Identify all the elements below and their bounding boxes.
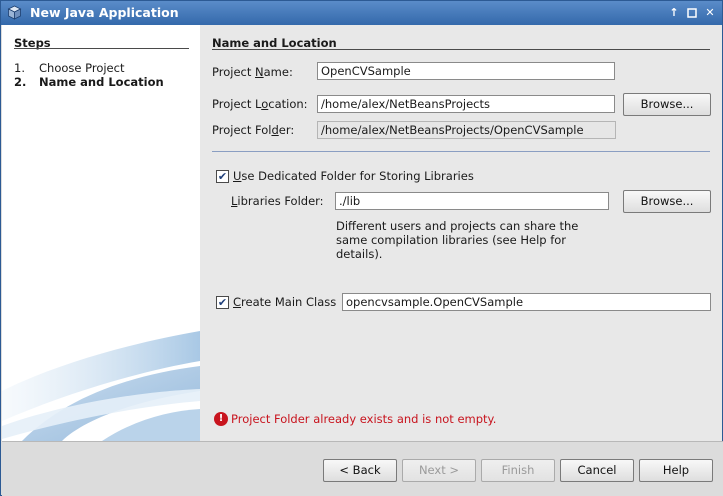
decorative-swoosh-image	[2, 331, 200, 441]
step-item-name-and-location: 2. Name and Location	[14, 75, 164, 89]
dedicated-folder-label[interactable]: Use Dedicated Folder for Storing Librari…	[233, 169, 474, 183]
label-text: se Dedicated Folder for Storing Librarie…	[241, 169, 474, 183]
mnemonic: d	[271, 123, 279, 137]
title-bar[interactable]: New Java Application ↑ ✕	[1, 1, 722, 25]
steps-divider	[14, 48, 189, 49]
project-name-field[interactable]: OpenCVSample	[317, 62, 615, 80]
close-icon[interactable]: ✕	[703, 6, 717, 20]
step-label: Choose Project	[39, 61, 125, 75]
form-divider	[212, 151, 710, 152]
label-text: ibraries Folder:	[237, 194, 324, 208]
project-location-label: Project Location:	[212, 97, 308, 111]
steps-panel: Steps 1. Choose Project 2. Name and Locati…	[2, 25, 200, 441]
browse-libraries-button[interactable]: Browse...	[623, 190, 711, 213]
button-bar: < Back Next > Finish Cancel Help	[2, 441, 723, 496]
restore-icon[interactable]	[685, 6, 699, 20]
error-icon: !	[214, 412, 228, 426]
window-title: New Java Application	[30, 5, 179, 20]
main-class-field[interactable]: opencvsample.OpenCVSample	[342, 293, 711, 311]
error-message: Project Folder already exists and is not…	[231, 412, 497, 426]
step-item-choose-project: 1. Choose Project	[14, 61, 124, 75]
section-title: Name and Location	[212, 36, 337, 50]
label-text: reate Main Class	[241, 295, 337, 309]
step-label: Name and Location	[39, 75, 164, 89]
label-text: Project	[212, 65, 256, 79]
label-text: er:	[278, 123, 295, 137]
dedicated-folder-checkbox[interactable]: ✔	[216, 170, 229, 183]
project-location-field[interactable]: /home/alex/NetBeansProjects	[317, 95, 615, 113]
project-folder-label: Project Folder:	[212, 123, 294, 137]
next-button[interactable]: Next >	[402, 459, 476, 482]
label-text: Project Fol	[212, 123, 272, 137]
maximize-arrow-icon[interactable]: ↑	[667, 6, 681, 20]
cancel-button[interactable]: Cancel	[560, 459, 634, 482]
label-text: cation:	[268, 97, 308, 111]
step-number: 1.	[14, 61, 25, 75]
finish-button[interactable]: Finish	[481, 459, 555, 482]
mnemonic: N	[255, 65, 264, 79]
browse-location-button[interactable]: Browse...	[623, 93, 711, 116]
libraries-folder-field[interactable]: ./lib	[335, 192, 609, 210]
mnemonic: C	[233, 295, 242, 309]
label-text: ame:	[263, 65, 293, 79]
label-text: Project L	[212, 97, 262, 111]
java-cube-icon	[7, 5, 22, 20]
create-main-class-checkbox[interactable]: ✔	[216, 296, 229, 309]
section-divider	[212, 49, 710, 50]
project-name-label: Project Name:	[212, 65, 293, 79]
help-button[interactable]: Help	[639, 459, 713, 482]
main-content: Name and Location Project Name: OpenCVSa…	[200, 25, 722, 441]
libraries-folder-label: Libraries Folder:	[231, 194, 324, 208]
back-button[interactable]: < Back	[323, 459, 397, 482]
project-folder-field: /home/alex/NetBeansProjects/OpenCVSample	[317, 121, 616, 139]
step-number: 2.	[14, 75, 27, 89]
libraries-help-text: Different users and projects can share t…	[336, 219, 579, 261]
create-main-class-label[interactable]: Create Main Class	[233, 295, 336, 309]
new-java-application-dialog: New Java Application ↑ ✕ Steps 1. Choose …	[0, 0, 723, 496]
